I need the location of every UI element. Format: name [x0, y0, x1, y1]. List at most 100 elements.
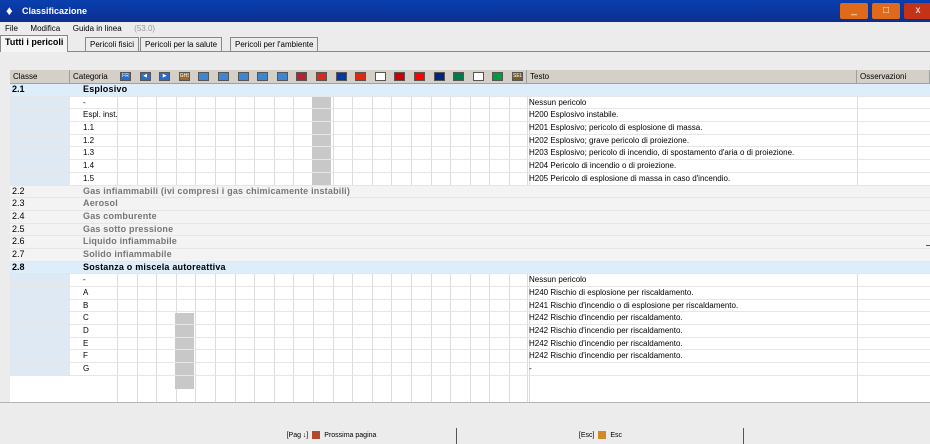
row-testo: H240 Rischio di esplosione per riscaldam… [529, 288, 694, 297]
hazard-class-row[interactable]: K2.4Gas comburente [10, 210, 930, 224]
header-testo[interactable]: Testo [527, 70, 857, 83]
row-classe [10, 312, 70, 325]
flag-kr-icon[interactable] [374, 72, 386, 81]
row-categoria: Gas sotto pressione [83, 223, 174, 234]
flag-us-icon[interactable] [296, 72, 308, 81]
hazard-row[interactable]: RBH241 Rischio d'incendio o di esplosion… [10, 299, 930, 313]
row-classe [10, 147, 70, 160]
tab-pericoli-fisici[interactable]: Pericoli fisici [85, 37, 140, 51]
flag-au-icon[interactable] [433, 72, 445, 81]
flag-ru-icon[interactable] [335, 72, 347, 81]
flag-cn-icon[interactable] [355, 72, 367, 81]
row-categoria: Espl. inst. [83, 110, 118, 120]
row-classe [10, 134, 70, 147]
esc-key: [Esc] [578, 432, 595, 439]
maximize-button[interactable]: □ [872, 3, 900, 19]
hazard-row[interactable]: UEH242 Rischio d'incendio per riscaldame… [10, 337, 930, 351]
row-testo: H201 Esplosivo; pericolo di esplosione d… [529, 123, 703, 133]
row-categoria: Gas infiammabili (ivi compresi i gas chi… [83, 185, 351, 196]
row-classe [10, 122, 70, 134]
menu-modifica[interactable]: Modifica [25, 22, 65, 33]
minimize-button[interactable]: _ [840, 3, 868, 19]
lang-icon-3[interactable]: ▶ [159, 72, 171, 81]
tab-tutti-i-pericoli[interactable]: Tutti i pericoli [0, 35, 69, 52]
tab-pericoli-salute[interactable]: Pericoli per la salute [140, 37, 223, 51]
row-testo [527, 249, 859, 261]
flag-tw-icon[interactable] [414, 72, 425, 81]
classification-grid[interactable]: Classe Categoria FR ◀ ▶ GHS SELF Testo Osser… [10, 70, 930, 402]
next-page-key: [Pag ↓] [286, 432, 309, 439]
hazard-row[interactable]: E1.2H202 Esplosivo; grave pericolo di pr… [10, 134, 930, 148]
menu-bar: File Modifica Guida in linea (53.0) [0, 22, 930, 36]
hazard-row[interactable]: P-Nessun pericolo [10, 274, 930, 287]
flag-my-icon[interactable] [394, 72, 406, 81]
row-testo [527, 198, 859, 210]
lang-icon-7[interactable] [237, 72, 249, 81]
row-testo [527, 84, 859, 96]
row-classe [10, 96, 70, 109]
lang-icon-9[interactable] [276, 72, 288, 81]
exit-door-icon [598, 431, 607, 440]
row-testo [527, 211, 859, 223]
hazard-row[interactable]: VFH242 Rischio d'incendio per riscaldame… [10, 350, 930, 364]
hazard-row[interactable]: B-Nessun pericolo [10, 96, 930, 110]
hazard-class-row[interactable]: M2.6Liquido infiammabile [10, 236, 930, 249]
next-page-button[interactable]: [Pag ↓] Prossima pagina [210, 430, 453, 442]
flag-br-icon[interactable] [492, 72, 504, 81]
lang-icon-6[interactable] [218, 72, 229, 81]
row-testo: H204 Pericolo di incendio o di proiezion… [529, 161, 677, 171]
hazard-row[interactable]: TDH242 Rischio d'incendio per riscaldame… [10, 325, 930, 338]
menu-guida[interactable]: Guida in linea [68, 22, 127, 33]
header-categoria-label: Categoria [73, 72, 108, 81]
tab-pericoli-ambiente[interactable]: Pericoli per l'ambiente [230, 37, 319, 51]
hazard-class-row[interactable]: J2.3Aerosol [10, 198, 930, 211]
header-osservazioni[interactable]: Osservazioni [857, 70, 930, 83]
hazard-class-row[interactable]: N2.7Solido infiammabile [10, 248, 930, 262]
row-categoria: Aerosol [83, 198, 118, 209]
menu-file[interactable]: File [0, 22, 23, 33]
row-categoria: E [83, 338, 89, 348]
flag-ca-icon[interactable] [316, 72, 327, 81]
header-classe[interactable]: Classe [10, 70, 70, 83]
row-testo: H200 Esplosivo instabile. [529, 110, 619, 120]
row-categoria: 1.5 [83, 173, 95, 183]
flag-jp-icon[interactable] [472, 72, 484, 81]
row-categoria: 1.4 [83, 161, 95, 171]
row-classe: 2.7 [12, 248, 25, 259]
flag-za-icon[interactable] [453, 72, 465, 81]
hazard-row[interactable]: WG- [10, 363, 930, 376]
lang-icon-self[interactable]: SELF [512, 72, 523, 81]
row-classe [10, 109, 70, 122]
hazard-row[interactable]: D1.1H201 Esplosivo; pericolo di esplosio… [10, 122, 930, 135]
hazard-row[interactable]: SCH242 Rischio d'incendio per riscaldame… [10, 312, 930, 326]
row-classe [10, 363, 70, 375]
row-classe [10, 299, 70, 312]
row-classe: 2.4 [12, 210, 25, 221]
lang-icon-1[interactable]: FR [120, 72, 131, 81]
close-button[interactable]: x [904, 3, 930, 19]
hazard-class-row[interactable]: A2.1Esplosivo [10, 84, 930, 97]
hazard-class-row[interactable]: O2.8Sostanza o miscela autoreattiva [10, 261, 930, 275]
row-categoria: 1.3 [83, 148, 95, 158]
row-categoria: Liquido infiammabile [83, 236, 178, 247]
hazard-row[interactable]: QAH240 Rischio di esplosione per riscald… [10, 287, 930, 300]
row-categoria: A [83, 288, 89, 297]
lang-icon-4[interactable]: GHS [178, 72, 190, 81]
esc-label: Esc [610, 432, 623, 439]
row-testo: H202 Esplosivo; grave pericolo di proiez… [529, 135, 690, 145]
row-testo: H242 Rischio d'incendio per riscaldament… [529, 338, 683, 348]
hazard-class-row[interactable]: I2.2Gas infiammabili (ivi compresi i gas… [10, 185, 930, 199]
hazard-class-row[interactable]: L2.5Gas sotto pressione [10, 223, 930, 237]
hazard-row[interactable]: G1.4H204 Pericolo di incendio o di proie… [10, 160, 930, 173]
esc-button[interactable]: [Esc] Esc [458, 430, 743, 442]
row-classe: 2.6 [12, 236, 25, 247]
row-testo: H241 Rischio d'incendio o di esplosione … [529, 300, 739, 310]
row-testo: H242 Rischio d'incendio per riscaldament… [529, 326, 683, 336]
lang-icon-8[interactable] [257, 72, 269, 81]
lang-icon-2[interactable]: ◀ [139, 72, 151, 81]
row-categoria: B [83, 300, 89, 310]
lang-icon-5[interactable] [198, 72, 210, 81]
hazard-row[interactable]: H1.5H205 Pericolo di esplosione di massa… [10, 172, 930, 186]
hazard-row[interactable]: F1.3H203 Esplosivo; pericolo di incendio… [10, 147, 930, 161]
hazard-row[interactable]: CEspl. inst.H200 Esplosivo instabile. [10, 109, 930, 123]
